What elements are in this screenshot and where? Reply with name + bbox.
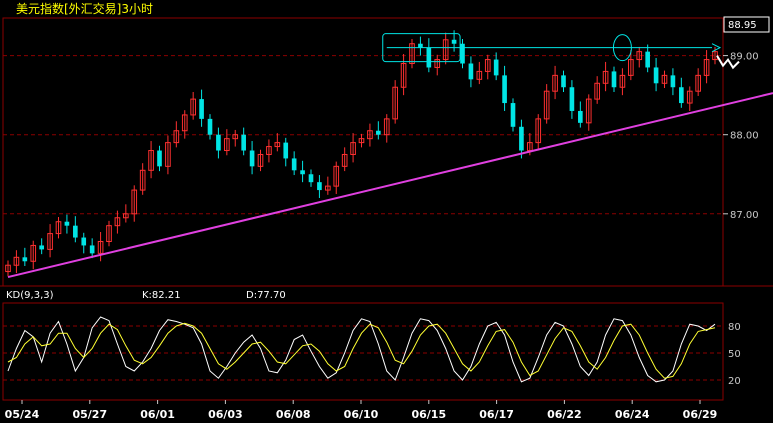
resistance-arrow — [711, 43, 722, 53]
trendline — [7, 92, 773, 279]
candle-body — [418, 43, 423, 48]
price-axis: 89.00 88.00 87.00 — [723, 52, 759, 221]
k-value: K:82.21 — [142, 290, 181, 301]
candle-body — [468, 63, 474, 80]
candle-body — [645, 51, 650, 68]
candle-body — [216, 134, 221, 151]
candle-body — [81, 237, 87, 246]
date-axis: 05/24 05/27 06/01 06/03 06/08 06/10 06/15 06/17… — [5, 400, 718, 421]
candle-body — [670, 75, 676, 88]
kd-tick-label: 80 — [728, 322, 741, 333]
kd-lines — [7, 316, 716, 383]
candle-body — [39, 245, 44, 250]
price-tick-label: 89.00 — [730, 52, 759, 63]
candles — [5, 30, 718, 277]
date-tick-label: 06/24 — [615, 408, 650, 421]
candle-body — [611, 71, 617, 88]
candle-body — [241, 134, 246, 151]
candle-body — [426, 47, 432, 68]
chart-window: 美元指数[外汇交易]3小时 88.95 KD(9,3,3) K:82.21 D:… — [0, 0, 773, 423]
chart-canvas: 美元指数[外汇交易]3小时 88.95 KD(9,3,3) K:82.21 D:… — [0, 1, 773, 421]
candle-body — [199, 99, 204, 119]
candle-body — [510, 103, 516, 127]
kd-tick-label: 20 — [728, 376, 741, 387]
chart-title: 美元指数[外汇交易]3小时 — [16, 1, 153, 16]
candle-body — [300, 170, 305, 175]
price-tick-label: 88.00 — [730, 131, 759, 142]
candle-body — [569, 87, 575, 111]
candle-body — [283, 142, 289, 159]
date-tick-label: 05/24 — [5, 408, 40, 421]
candle-body — [519, 126, 524, 151]
candle-body — [249, 150, 255, 167]
price-panel-frame — [2, 17, 724, 287]
date-tick-label: 06/22 — [547, 408, 582, 421]
d-value: D:77.70 — [246, 290, 286, 301]
candle-body — [561, 75, 566, 88]
candle-body — [502, 75, 507, 104]
candle-body — [308, 174, 314, 183]
date-tick-label: 06/03 — [208, 408, 243, 421]
candle-body — [376, 130, 381, 135]
candle-body — [22, 257, 28, 262]
candle-body — [207, 118, 213, 135]
kd-panel-frame — [2, 302, 724, 401]
kd-label: KD(9,3,3) — [6, 290, 54, 301]
k-line — [7, 316, 716, 383]
price-tag: 88.95 — [728, 20, 757, 31]
date-tick-label: 06/15 — [411, 408, 446, 421]
date-tick-label: 06/01 — [140, 408, 175, 421]
candle-body — [578, 110, 583, 123]
date-tick-label: 06/08 — [276, 408, 311, 421]
d-line — [7, 322, 716, 379]
candle-body — [157, 150, 162, 167]
kd-axis: 80 50 20 — [728, 322, 741, 387]
candle-body — [679, 87, 684, 104]
date-tick-label: 05/27 — [72, 408, 107, 421]
candle-body — [89, 245, 95, 254]
candle-body — [64, 221, 70, 226]
candle-body — [291, 158, 297, 171]
date-tick-label: 06/29 — [683, 408, 718, 421]
candle-body — [460, 43, 465, 64]
price-tick-label: 87.00 — [730, 210, 759, 221]
candle-body — [653, 67, 659, 84]
date-tick-label: 06/17 — [479, 408, 514, 421]
candle-body — [493, 59, 499, 76]
candle-body — [317, 182, 322, 191]
kd-tick-label: 50 — [728, 349, 741, 360]
candle-body — [73, 225, 78, 238]
date-tick-label: 06/10 — [344, 408, 379, 421]
candle-body — [451, 39, 457, 44]
